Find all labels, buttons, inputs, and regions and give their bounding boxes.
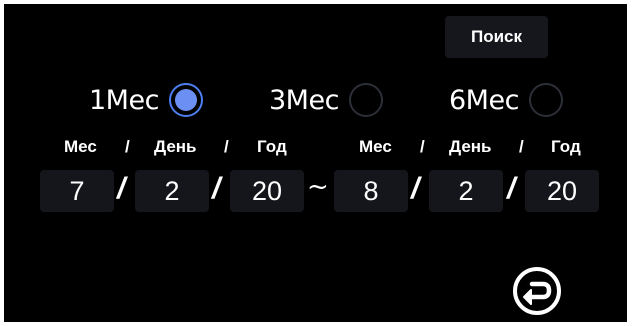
radio-selected-icon[interactable] [168,83,203,117]
search-button[interactable]: Поиск [445,16,548,58]
period-option-label: 3Мес [269,84,339,116]
to-year-field[interactable]: 20 [525,170,599,212]
date-separator: / [212,172,221,205]
to-month-header: Мес [359,137,392,156]
date-separator: / [507,172,516,205]
from-day-field[interactable]: 2 [135,170,209,212]
to-month-field[interactable]: 8 [334,170,408,212]
period-option-6-months[interactable]: 6Мес [449,80,563,120]
header-separator: / [125,137,130,156]
from-month-header: Мес [64,137,97,156]
to-day-header: День [449,137,492,156]
date-separator: / [411,172,420,205]
date-separator: / [117,172,126,205]
period-option-label: 6Мес [449,84,519,116]
period-option-label: 1Мес [89,84,159,116]
from-year-field[interactable]: 20 [230,170,304,212]
to-year-header: Год [551,137,581,156]
search-screen: Поиск 1Мес 3Мес 6Мес Мес / День / Год Ме… [4,4,627,322]
from-month-field[interactable]: 7 [40,170,114,212]
radio-unselected-icon[interactable] [348,83,383,117]
header-separator: / [224,137,229,156]
to-day-field[interactable]: 2 [429,170,503,212]
period-option-3-months[interactable]: 3Мес [269,80,383,120]
range-separator: ~ [307,172,329,202]
from-year-header: Год [257,137,287,156]
radio-unselected-icon[interactable] [528,83,563,117]
from-day-header: День [154,137,197,156]
back-button[interactable] [512,266,562,316]
header-separator: / [420,137,425,156]
return-arrow-icon [513,267,561,315]
header-separator: / [519,137,524,156]
period-option-1-month[interactable]: 1Мес [89,80,203,120]
